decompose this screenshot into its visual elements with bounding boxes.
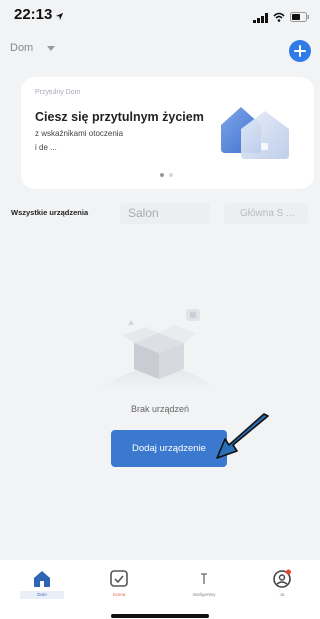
nav-item-inteligentny[interactable]: Inteligentny bbox=[182, 569, 226, 603]
house-illustration-icon bbox=[221, 107, 289, 159]
nav-item-scena[interactable]: Scena bbox=[97, 569, 141, 603]
nav-label-ja: Ja bbox=[279, 592, 285, 597]
home-name: Dom bbox=[10, 42, 34, 54]
carousel-dots bbox=[160, 173, 173, 177]
checkbox-icon bbox=[110, 570, 128, 587]
status-icons bbox=[253, 9, 310, 27]
room-tabs: Wszystkie urządzenia Salon Główna S ... bbox=[0, 202, 320, 226]
chevron-down-icon bbox=[47, 45, 56, 51]
nav-label-scena: Scena bbox=[112, 592, 126, 597]
banner-subtitle-line2: i de ... bbox=[35, 143, 57, 152]
status-time: 22:13 bbox=[14, 6, 53, 23]
banner-title: Ciesz się przytulnym życiem bbox=[35, 110, 204, 124]
home-icon bbox=[34, 571, 50, 587]
banner-subtitle-line1: z wskaźnikami otoczenia bbox=[35, 129, 124, 138]
banner-kicker: Przytulny Dom bbox=[35, 89, 81, 96]
nav-label-inteligentny: Inteligentny bbox=[192, 592, 216, 597]
add-device-button[interactable]: Dodaj urządzenie bbox=[111, 430, 227, 467]
empty-box-illustration-icon bbox=[98, 309, 220, 391]
tab-main-room[interactable]: Główna S ... bbox=[224, 203, 308, 224]
signal-icon bbox=[253, 13, 268, 23]
tab-salon[interactable]: Salon bbox=[120, 203, 210, 224]
status-bar: 22:13 bbox=[0, 0, 320, 28]
wifi-icon bbox=[273, 9, 285, 27]
plus-icon bbox=[294, 45, 306, 57]
home-indicator bbox=[111, 614, 209, 618]
add-button[interactable] bbox=[289, 40, 311, 62]
nav-label-dom: Dom bbox=[20, 591, 64, 599]
nav-item-dom[interactable]: Dom bbox=[20, 569, 64, 603]
pointer-arrow-icon bbox=[216, 413, 269, 459]
profile-icon bbox=[273, 569, 291, 588]
bottom-navigation: Dom Scena Inteligentny Ja bbox=[0, 560, 320, 605]
promo-banner[interactable]: Przytulny Dom Ciesz się przytulnym życie… bbox=[21, 77, 314, 189]
nav-item-ja[interactable]: Ja bbox=[260, 569, 304, 603]
tab-all-devices[interactable]: Wszystkie urządzenia bbox=[11, 208, 88, 217]
app-screen: 22:13 Dom Przytulny Dom Ciesz się przytu… bbox=[0, 0, 320, 619]
empty-state-message: Brak urządzeń bbox=[130, 404, 190, 414]
smart-icon bbox=[201, 573, 207, 584]
location-arrow-icon bbox=[55, 8, 64, 26]
battery-icon bbox=[290, 9, 310, 27]
home-selector[interactable]: Dom bbox=[10, 42, 56, 54]
